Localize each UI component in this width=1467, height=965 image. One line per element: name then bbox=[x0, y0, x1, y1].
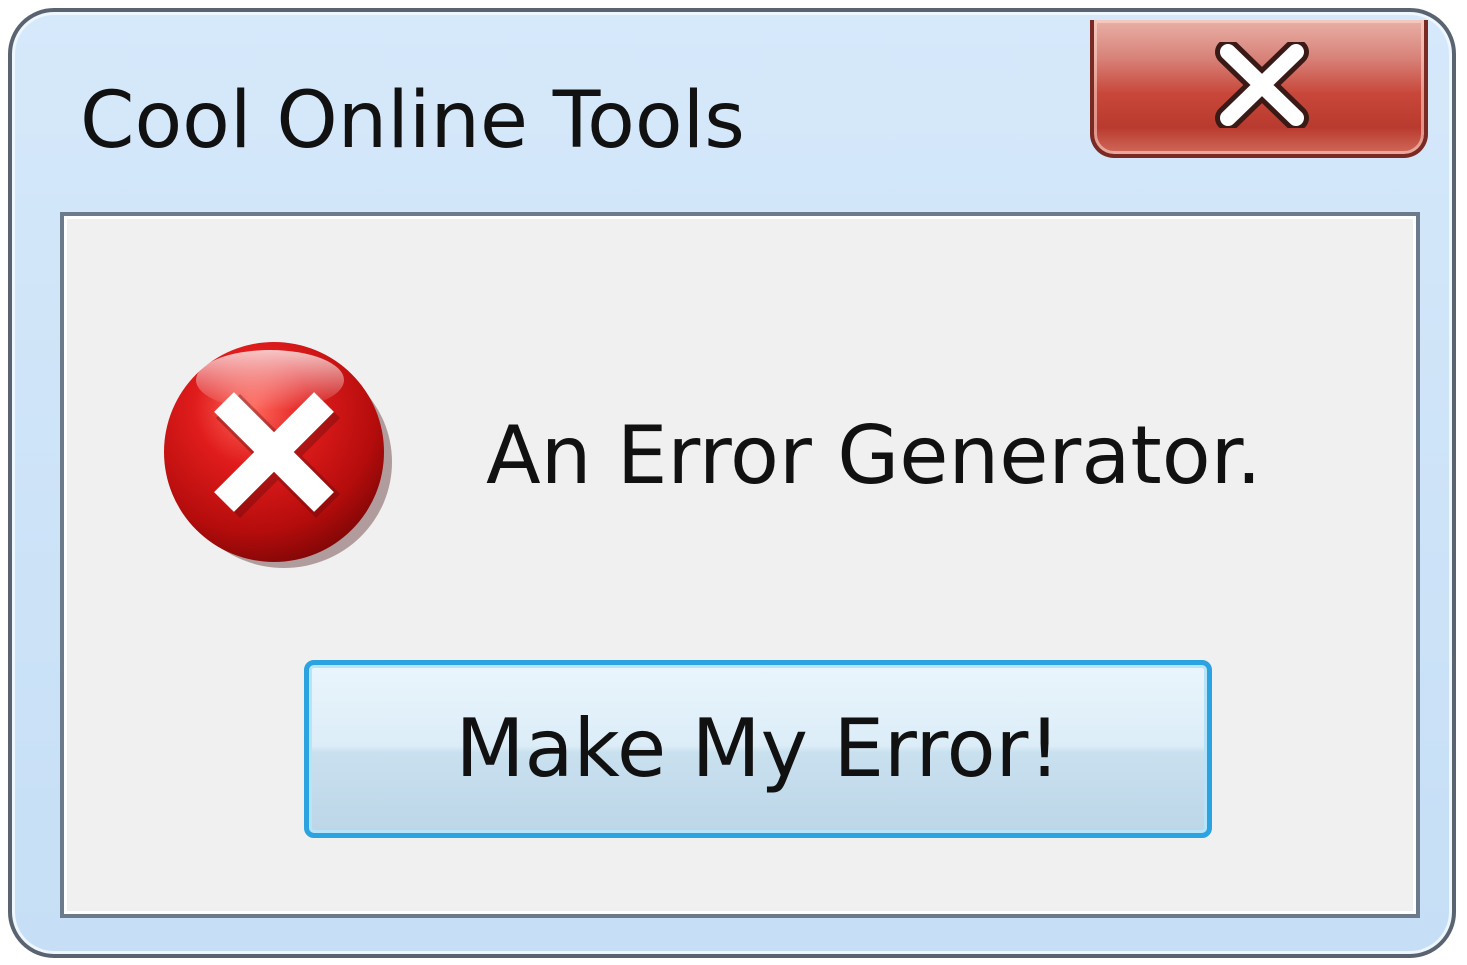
error-icon bbox=[164, 342, 392, 568]
dialog-window: Cool Online Tools An Error Generator. Ma… bbox=[8, 8, 1456, 958]
close-button[interactable] bbox=[1090, 20, 1428, 158]
make-my-error-button[interactable]: Make My Error! bbox=[304, 660, 1212, 838]
close-x-icon bbox=[1215, 42, 1309, 128]
window-title: Cool Online Tools bbox=[80, 76, 745, 166]
error-message: An Error Generator. bbox=[486, 409, 1262, 502]
dialog-body: An Error Generator. Make My Error! bbox=[60, 212, 1420, 918]
